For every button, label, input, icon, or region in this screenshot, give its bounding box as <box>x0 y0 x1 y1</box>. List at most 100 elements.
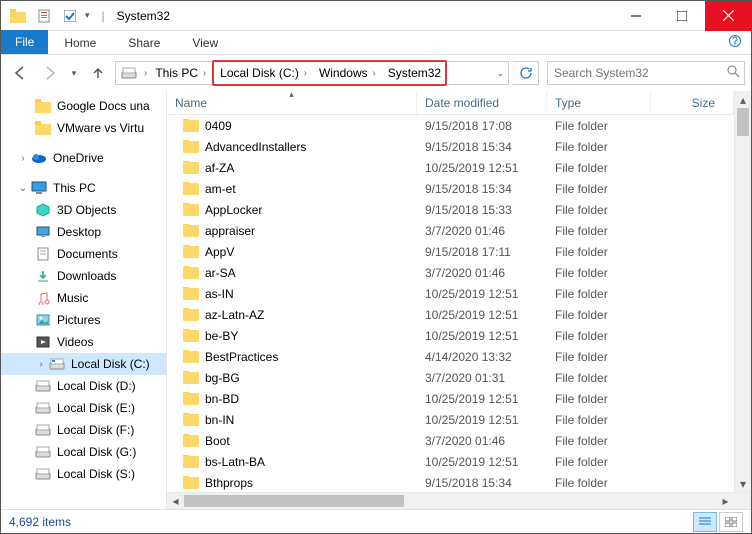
table-row[interactable]: AppLocker 9/15/2018 15:33 File folder <box>167 199 734 220</box>
ribbon-help-icon[interactable] <box>719 31 751 54</box>
home-tab[interactable]: Home <box>48 32 112 54</box>
file-date: 10/25/2019 12:51 <box>417 287 547 301</box>
column-type[interactable]: Type <box>547 91 651 114</box>
scrollbar-thumb[interactable] <box>737 108 749 136</box>
file-type: File folder <box>547 224 651 238</box>
recent-dropdown-icon[interactable]: ▾ <box>67 60 81 86</box>
folder-icon <box>183 246 199 258</box>
file-name: as-IN <box>205 287 234 301</box>
table-row[interactable]: Boot 3/7/2020 01:46 File folder <box>167 430 734 451</box>
table-row[interactable]: as-IN 10/25/2019 12:51 File folder <box>167 283 734 304</box>
expand-icon[interactable]: › <box>35 359 47 370</box>
nav-thispc[interactable]: ⌄This PC <box>1 177 166 199</box>
nav-item[interactable]: Pictures <box>1 309 166 331</box>
horizontal-scrollbar[interactable]: ◂ ▸ <box>167 493 734 509</box>
scrollbar-thumb[interactable] <box>184 495 404 507</box>
folder-icon <box>183 267 199 279</box>
search-icon[interactable] <box>727 65 740 81</box>
table-row[interactable]: ar-SA 3/7/2020 01:46 File folder <box>167 262 734 283</box>
column-date[interactable]: Date modified <box>417 91 547 114</box>
nav-label: Documents <box>57 247 118 261</box>
chevron-right-icon[interactable]: › <box>142 68 149 79</box>
address-dropdown-icon[interactable]: ⌄ <box>492 68 508 79</box>
picture-icon <box>35 312 51 328</box>
nav-item[interactable]: Music <box>1 287 166 309</box>
folder-icon <box>183 288 199 300</box>
nav-item[interactable]: Local Disk (E:) <box>1 397 166 419</box>
table-row[interactable]: be-BY 10/25/2019 12:51 File folder <box>167 325 734 346</box>
nav-label: Videos <box>57 335 93 349</box>
details-view-button[interactable] <box>693 512 717 532</box>
expand-icon[interactable]: › <box>17 153 29 164</box>
search-box[interactable] <box>547 61 745 85</box>
share-tab[interactable]: Share <box>112 32 176 54</box>
qat-properties-icon[interactable] <box>33 5 55 27</box>
refresh-button[interactable] <box>513 61 539 85</box>
nav-item[interactable]: Local Disk (D:) <box>1 375 166 397</box>
vertical-scrollbar[interactable]: ▴ ▾ <box>734 91 751 492</box>
nav-item[interactable]: Local Disk (F:) <box>1 419 166 441</box>
close-button[interactable] <box>705 1 751 31</box>
nav-item[interactable]: Documents <box>1 243 166 265</box>
table-row[interactable]: az-Latn-AZ 10/25/2019 12:51 File folder <box>167 304 734 325</box>
search-input[interactable] <box>552 65 712 81</box>
table-row[interactable]: appraiser 3/7/2020 01:46 File folder <box>167 220 734 241</box>
table-row[interactable]: am-et 9/15/2018 15:34 File folder <box>167 178 734 199</box>
file-date: 9/15/2018 15:34 <box>417 140 547 154</box>
folder-icon <box>7 5 29 27</box>
file-name: AppLocker <box>205 203 262 217</box>
scroll-right-icon[interactable]: ▸ <box>717 493 734 509</box>
column-name[interactable]: Name ▴ <box>167 91 417 114</box>
thumbnails-view-button[interactable] <box>719 512 743 532</box>
breadcrumb-system32[interactable]: System32 <box>382 62 445 84</box>
maximize-button[interactable] <box>659 1 705 31</box>
table-row[interactable]: 0409 9/15/2018 17:08 File folder <box>167 115 734 136</box>
table-row[interactable]: AppV 9/15/2018 17:11 File folder <box>167 241 734 262</box>
table-row[interactable]: Bthprops 9/15/2018 15:34 File folder <box>167 472 734 492</box>
up-button[interactable] <box>85 60 111 86</box>
chevron-right-icon[interactable]: › <box>198 68 208 79</box>
scroll-down-icon[interactable]: ▾ <box>735 475 751 492</box>
back-button[interactable] <box>7 60 33 86</box>
nav-item[interactable]: ›Local Disk (C:) <box>1 353 166 375</box>
navbar: ▾ › This PC › Local Disk (C:) › Windows … <box>1 55 751 91</box>
nav-onedrive[interactable]: ›OneDrive <box>1 147 166 169</box>
minimize-button[interactable] <box>613 1 659 31</box>
nav-quick-item[interactable]: Google Docs una <box>1 95 166 117</box>
forward-button[interactable] <box>37 60 63 86</box>
nav-label: Local Disk (S:) <box>57 467 135 481</box>
view-tab[interactable]: View <box>176 32 234 54</box>
address-bar[interactable]: › This PC › Local Disk (C:) › Windows › … <box>115 61 509 85</box>
table-row[interactable]: bs-Latn-BA 10/25/2019 12:51 File folder <box>167 451 734 472</box>
breadcrumb-windows[interactable]: Windows › <box>313 62 382 84</box>
breadcrumb-drive[interactable]: Local Disk (C:) › <box>214 62 313 84</box>
file-name: af-ZA <box>205 161 234 175</box>
table-row[interactable]: af-ZA 10/25/2019 12:51 File folder <box>167 157 734 178</box>
nav-item[interactable]: Local Disk (S:) <box>1 463 166 485</box>
nav-item[interactable]: Desktop <box>1 221 166 243</box>
chevron-right-icon[interactable]: › <box>368 68 378 79</box>
nav-item[interactable]: Downloads <box>1 265 166 287</box>
breadcrumb-thispc[interactable]: This PC › <box>149 62 212 84</box>
qat-checkbox-icon[interactable] <box>59 5 81 27</box>
nav-item[interactable]: Local Disk (G:) <box>1 441 166 463</box>
qat-dropdown-icon[interactable]: ▾ <box>85 10 90 21</box>
nav-item[interactable]: Videos <box>1 331 166 353</box>
chevron-right-icon[interactable]: › <box>299 68 309 79</box>
file-type: File folder <box>547 371 651 385</box>
file-date: 3/7/2020 01:46 <box>417 224 547 238</box>
titlebar: ▾ | System32 <box>1 1 751 31</box>
file-type: File folder <box>547 287 651 301</box>
table-row[interactable]: BestPractices 4/14/2020 13:32 File folde… <box>167 346 734 367</box>
nav-quick-item[interactable]: VMware vs Virtu <box>1 117 166 139</box>
table-row[interactable]: AdvancedInstallers 9/15/2018 15:34 File … <box>167 136 734 157</box>
scroll-up-icon[interactable]: ▴ <box>735 91 751 108</box>
table-row[interactable]: bn-BD 10/25/2019 12:51 File folder <box>167 388 734 409</box>
table-row[interactable]: bg-BG 3/7/2020 01:31 File folder <box>167 367 734 388</box>
scroll-left-icon[interactable]: ◂ <box>167 493 184 509</box>
table-row[interactable]: bn-IN 10/25/2019 12:51 File folder <box>167 409 734 430</box>
file-tab[interactable]: File <box>1 30 48 54</box>
collapse-icon[interactable]: ⌄ <box>17 183 29 194</box>
column-size[interactable]: Size <box>651 91 734 114</box>
nav-item[interactable]: 3D Objects <box>1 199 166 221</box>
